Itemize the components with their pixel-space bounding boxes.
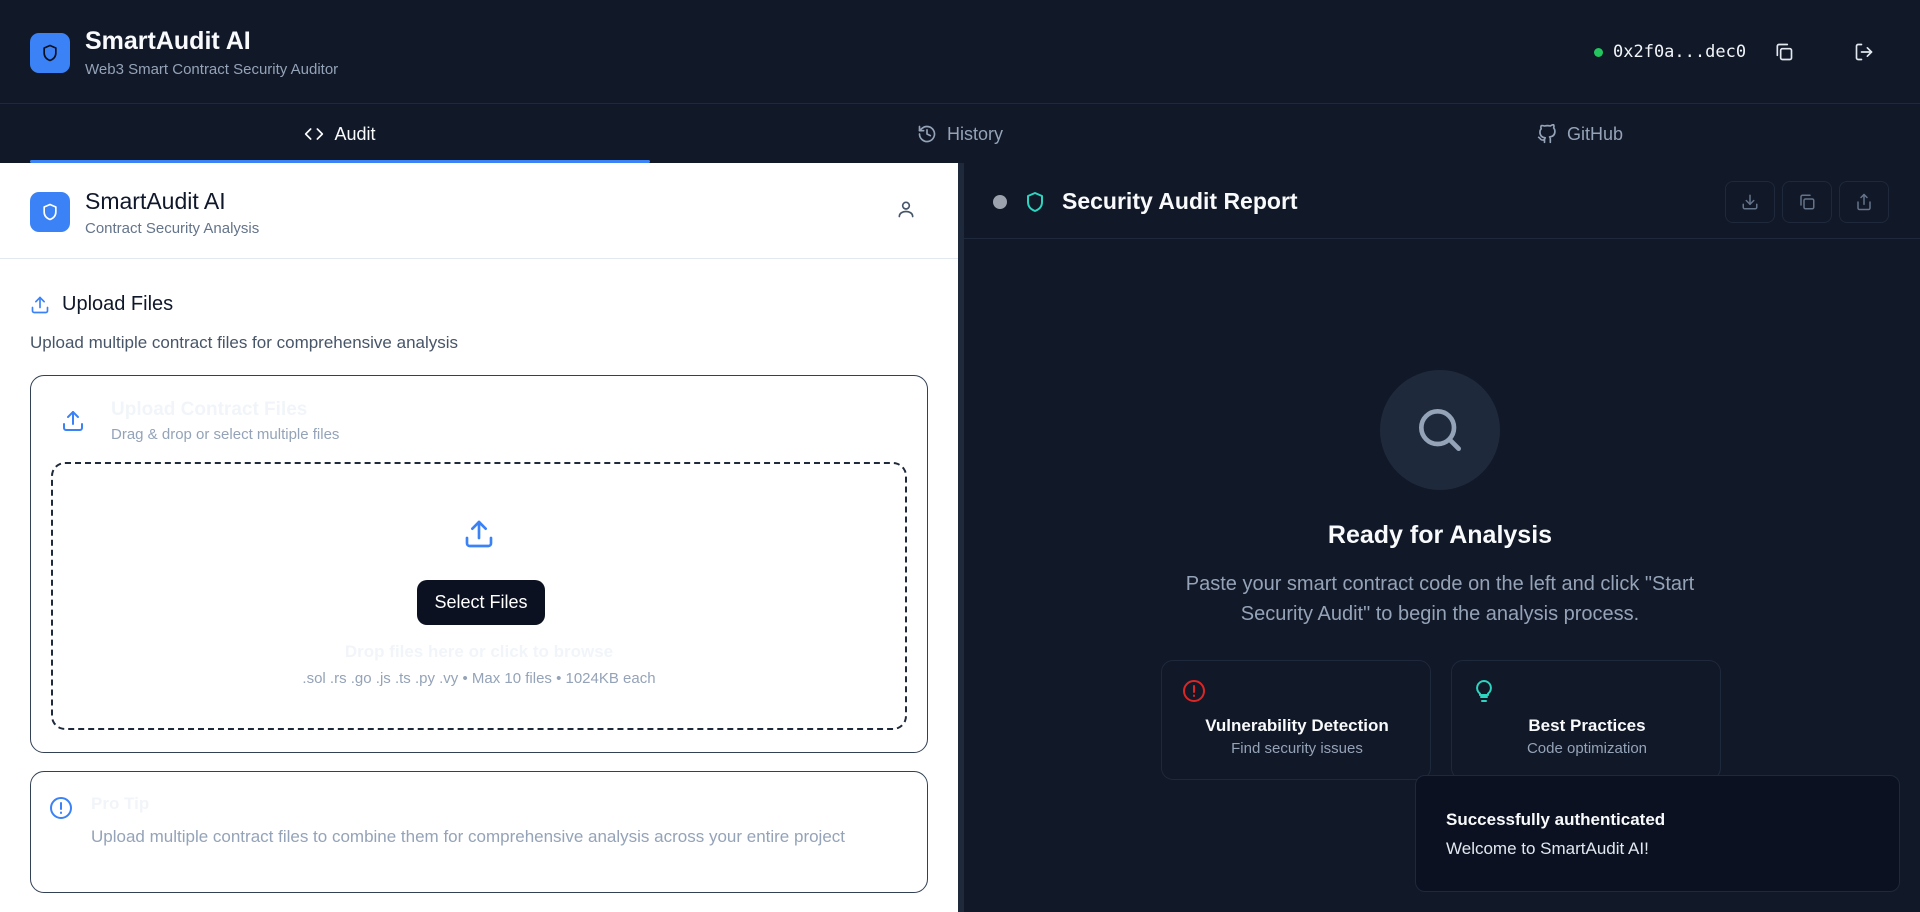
info-icon (50, 797, 72, 819)
upload-card-icon-wrap (61, 409, 85, 438)
shield-icon (43, 44, 57, 62)
app-header: SmartAudit AI Web3 Smart Contract Securi… (0, 0, 1920, 104)
github-icon (1537, 124, 1556, 144)
pro-tip-card: Pro Tip Upload multiple contract files t… (30, 771, 928, 893)
share-report-button[interactable] (1839, 181, 1889, 223)
report-status-dot (993, 195, 1007, 209)
share-icon (1857, 193, 1871, 211)
tip-icon-wrap (49, 796, 73, 825)
shield-icon (43, 203, 57, 221)
file-dropzone[interactable]: Select Files Drop files here or click to… (51, 462, 907, 730)
app-logo (30, 33, 70, 73)
user-button[interactable] (896, 199, 920, 223)
feature-title: Vulnerability Detection (1205, 716, 1389, 735)
upload-card: Upload Contract Files Drag & drop or sel… (30, 375, 928, 753)
logout-button[interactable] (1850, 38, 1878, 66)
download-icon (1742, 194, 1758, 210)
panel-subtitle: Contract Security Analysis (85, 220, 260, 237)
logout-icon (1855, 43, 1873, 61)
feature-icon-wrap (1472, 679, 1496, 708)
panel-logo (30, 192, 70, 232)
file-type-hint: .sol .rs .go .js .ts .py .vy • Max 10 fi… (302, 670, 656, 687)
panel-title: SmartAudit AI (85, 188, 226, 214)
app-subtitle: Web3 Smart Contract Security Auditor (85, 61, 339, 78)
copy-icon (1776, 43, 1793, 61)
toast-title: Successfully authenticated (1446, 810, 1666, 829)
upload-icon (31, 296, 49, 313)
user-icon (898, 201, 914, 218)
report-shield-wrap (1023, 190, 1047, 219)
left-panel: SmartAudit AI Contract Security Analysis… (0, 163, 958, 912)
dropzone-icon-wrap (463, 518, 495, 555)
lightbulb-icon (1476, 680, 1492, 702)
report-header: Security Audit Report (964, 163, 1920, 239)
feature-icon-wrap (1182, 679, 1206, 708)
left-panel-header: SmartAudit AI Contract Security Analysis (0, 163, 958, 259)
feature-title: Best Practices (1528, 716, 1646, 735)
shield-icon (1027, 192, 1043, 212)
history-icon (918, 125, 936, 143)
search-icon (1419, 409, 1461, 451)
report-title: Security Audit Report (1062, 188, 1298, 214)
feature-best-practices: Best Practices Code optimization (1451, 660, 1721, 780)
copy-address-button[interactable] (1770, 38, 1798, 66)
tab-audit-label: Audit (334, 123, 376, 144)
tab-history[interactable]: History (650, 105, 1270, 163)
upload-description: Upload multiple contract files for compr… (30, 333, 459, 352)
feature-subtitle: Code optimization (1526, 740, 1648, 757)
main-tabs: Audit History GitHub (0, 105, 1920, 163)
alert-circle-icon (1183, 680, 1205, 702)
upload-card-subtitle: Drag & drop or select multiple files (111, 426, 340, 443)
code-icon (305, 128, 324, 140)
search-illustration (1380, 370, 1500, 490)
app-title: SmartAudit AI (85, 27, 251, 55)
upload-heading-label: Upload Files (62, 293, 174, 315)
upload-card-title: Upload Contract Files (111, 399, 308, 420)
ready-description: Paste your smart contract code on the le… (1185, 573, 1695, 625)
upload-icon (63, 411, 83, 431)
copy-report-button[interactable] (1782, 181, 1832, 223)
wallet-address: 0x2f0a...dec0 (1613, 42, 1747, 62)
copy-icon (1800, 194, 1815, 210)
upload-icon (465, 520, 493, 548)
wallet-status-dot (1594, 48, 1603, 57)
tab-github[interactable]: GitHub (1270, 105, 1890, 163)
tab-audit[interactable]: Audit (30, 105, 650, 163)
auth-toast[interactable]: Successfully authenticated Welcome to Sm… (1415, 775, 1900, 892)
pro-tip-text: Upload multiple contract files to combin… (91, 827, 846, 846)
toast-message: Welcome to SmartAudit AI! (1446, 839, 1649, 858)
pro-tip-title: Pro Tip (91, 794, 150, 813)
upload-heading: Upload Files (30, 293, 173, 316)
feature-vulnerability-detection: Vulnerability Detection Find security is… (1161, 660, 1431, 780)
select-files-button[interactable]: Select Files (417, 580, 545, 625)
dropzone-text: Drop files here or click to browse (344, 642, 614, 661)
feature-subtitle: Find security issues (1231, 740, 1363, 757)
tab-history-label: History (946, 123, 1003, 144)
download-report-button[interactable] (1725, 181, 1775, 223)
tab-github-label: GitHub (1566, 123, 1624, 144)
ready-title: Ready for Analysis (1327, 521, 1553, 549)
